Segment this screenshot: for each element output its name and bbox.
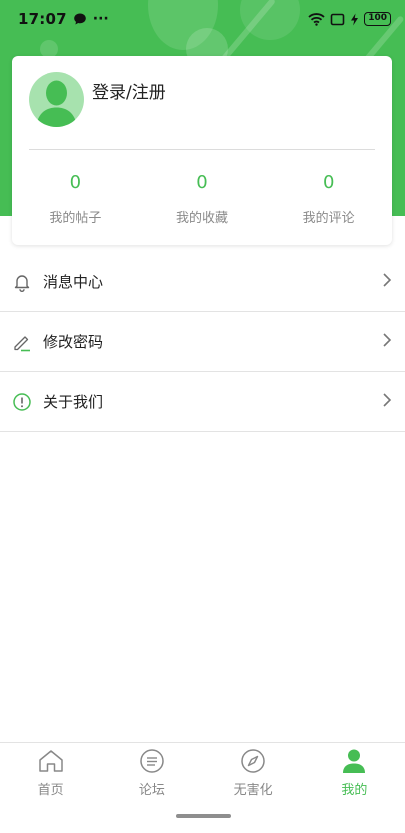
chevron-right-icon bbox=[381, 271, 393, 293]
profile-divider bbox=[29, 149, 375, 150]
menu-item-about-us[interactable]: 关于我们 bbox=[0, 372, 405, 432]
stat-posts-label: 我的帖子 bbox=[49, 211, 102, 226]
tab-harmless[interactable]: 无害化 bbox=[203, 743, 304, 802]
profile-card: 登录/注册 0 我的帖子 0 我的收藏 0 我的评论 bbox=[12, 56, 392, 245]
status-time: 17:07 bbox=[18, 10, 67, 28]
screen-icon bbox=[330, 13, 345, 25]
stat-comments-value: 0 bbox=[322, 172, 335, 193]
tab-label: 无害化 bbox=[233, 783, 273, 798]
pencil-icon bbox=[12, 332, 32, 352]
status-bar: 17:07 ··· 100 bbox=[0, 0, 405, 38]
profile-stats: 0 我的帖子 0 我的收藏 0 我的评论 bbox=[12, 169, 392, 226]
stat-comments-label: 我的评论 bbox=[302, 211, 355, 226]
battery-icon: 100 bbox=[364, 12, 391, 26]
person-icon bbox=[340, 747, 368, 775]
chevron-right-icon bbox=[381, 391, 393, 413]
stat-favorites[interactable]: 0 我的收藏 bbox=[139, 169, 266, 226]
avatar[interactable] bbox=[29, 72, 84, 127]
home-icon bbox=[37, 747, 65, 775]
forum-icon bbox=[138, 747, 166, 775]
home-indicator[interactable] bbox=[176, 814, 231, 818]
tab-home[interactable]: 首页 bbox=[0, 743, 101, 802]
settings-menu: 消息中心 修改密码 关于我们 bbox=[0, 252, 405, 432]
info-icon bbox=[12, 392, 32, 412]
tab-label: 论坛 bbox=[138, 783, 165, 798]
chevron-right-icon bbox=[381, 331, 393, 353]
stat-favorites-label: 我的收藏 bbox=[176, 211, 229, 226]
stat-favorites-value: 0 bbox=[196, 172, 208, 193]
menu-item-label: 修改密码 bbox=[43, 333, 104, 351]
stat-posts[interactable]: 0 我的帖子 bbox=[12, 169, 139, 226]
tab-label: 我的 bbox=[341, 783, 368, 798]
menu-item-label: 关于我们 bbox=[43, 393, 104, 411]
menu-item-label: 消息中心 bbox=[43, 273, 104, 291]
wifi-icon bbox=[308, 13, 325, 26]
avatar-person-icon bbox=[36, 80, 77, 127]
compass-icon bbox=[239, 747, 267, 775]
menu-item-messages[interactable]: 消息中心 bbox=[0, 252, 405, 312]
bottom-tab-bar: 首页 论坛 无害化 我的 bbox=[0, 742, 405, 802]
chat-bubble-icon bbox=[73, 13, 86, 25]
tab-label: 首页 bbox=[37, 783, 64, 798]
stat-posts-value: 0 bbox=[69, 172, 82, 193]
bell-icon bbox=[12, 272, 32, 292]
status-more: ··· bbox=[92, 11, 109, 27]
tab-forum[interactable]: 论坛 bbox=[101, 743, 202, 802]
tab-mine[interactable]: 我的 bbox=[304, 743, 405, 802]
stat-comments[interactable]: 0 我的评论 bbox=[265, 169, 392, 226]
menu-item-change-password[interactable]: 修改密码 bbox=[0, 312, 405, 372]
charging-icon bbox=[351, 13, 359, 25]
login-register-link[interactable]: 登录/注册 bbox=[92, 78, 166, 103]
